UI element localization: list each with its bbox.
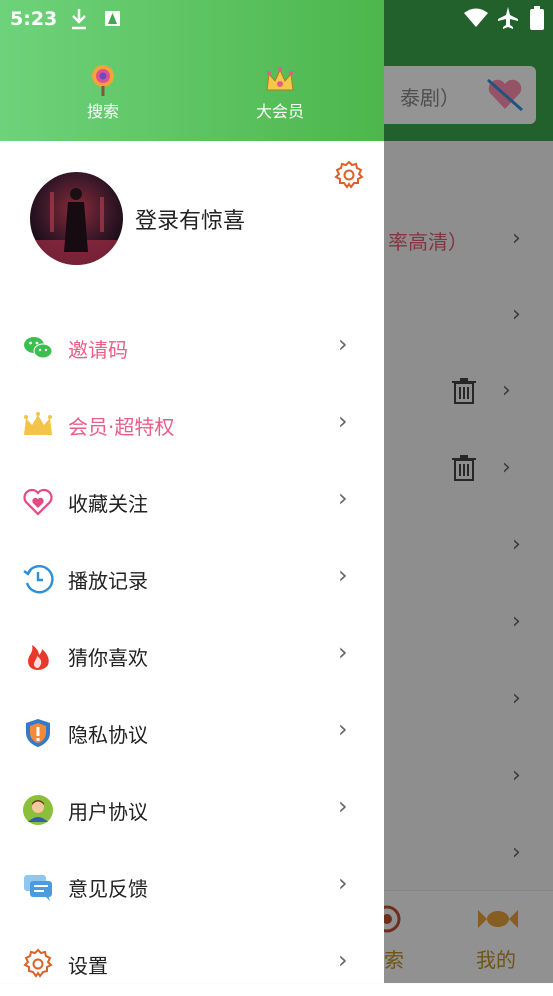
shield-icon <box>26 719 50 747</box>
menu-item-favorites[interactable]: 收藏关注 › <box>0 470 384 534</box>
header-tab-search[interactable]: 搜索 <box>53 64 153 122</box>
status-time: 5:23 <box>10 8 58 30</box>
chevron-right-icon: › <box>338 407 348 435</box>
feedback-chat-icon <box>24 875 52 901</box>
menu-item-label: 收藏关注 <box>68 492 148 516</box>
heart-icon <box>23 488 53 516</box>
gear-icon[interactable] <box>334 160 364 190</box>
menu-item-recommend[interactable]: 猜你喜欢 › <box>0 624 384 688</box>
menu-item-label: 用户协议 <box>68 800 148 824</box>
app-notification-icon <box>105 11 120 26</box>
crown-icon <box>24 412 52 435</box>
menu-item-label: 邀请码 <box>68 338 128 362</box>
menu-item-label: 会员·超特权 <box>68 415 175 439</box>
menu-item-label: 意见反馈 <box>68 877 148 901</box>
chevron-right-icon: › <box>338 330 348 358</box>
lollipop-search-icon <box>92 65 114 96</box>
menu-item-settings[interactable]: 设置 › <box>0 932 384 996</box>
crown-icon <box>266 67 294 91</box>
download-icon <box>72 9 86 30</box>
header-tab-search-label: 搜索 <box>86 102 119 121</box>
chevron-right-icon: › <box>338 792 348 820</box>
history-clock-icon <box>23 565 54 594</box>
chevron-right-icon: › <box>338 946 348 974</box>
menu-item-privacy[interactable]: 隐私协议 › <box>0 701 384 765</box>
wechat-icon <box>24 337 53 359</box>
profile-name[interactable]: 登录有惊喜 <box>135 203 245 235</box>
chevron-right-icon: › <box>338 715 348 743</box>
navigation-drawer: 搜索 大会员 登录有惊喜 邀请码 › 会员·超特权 › 收藏关注 › 播放记录 … <box>0 0 384 983</box>
menu-item-feedback[interactable]: 意见反馈 › <box>0 855 384 919</box>
airplane-mode-icon <box>498 7 518 29</box>
header-tab-vip[interactable]: 大会员 <box>230 64 330 122</box>
menu-item-vip-privilege[interactable]: 会员·超特权 › <box>0 393 384 457</box>
chevron-right-icon: › <box>338 638 348 666</box>
chevron-right-icon: › <box>338 561 348 589</box>
status-bar: 5:23 <box>0 0 553 38</box>
chevron-right-icon: › <box>338 869 348 897</box>
menu-item-invite-code[interactable]: 邀请码 › <box>0 316 384 380</box>
menu-item-history[interactable]: 播放记录 › <box>0 547 384 611</box>
flame-icon <box>28 645 49 670</box>
wifi-icon <box>464 8 488 27</box>
header-tab-vip-label: 大会员 <box>255 102 304 121</box>
user-icon <box>23 795 53 825</box>
battery-icon <box>530 6 544 30</box>
avatar-image <box>30 172 123 265</box>
gear-icon <box>23 948 53 978</box>
menu-item-label: 设置 <box>68 954 108 978</box>
menu-item-label: 隐私协议 <box>68 723 148 747</box>
menu-item-label: 播放记录 <box>68 569 148 593</box>
chevron-right-icon: › <box>338 484 348 512</box>
menu-item-user-agreement[interactable]: 用户协议 › <box>0 778 384 842</box>
menu-item-label: 猜你喜欢 <box>68 646 148 670</box>
avatar[interactable] <box>30 172 123 265</box>
